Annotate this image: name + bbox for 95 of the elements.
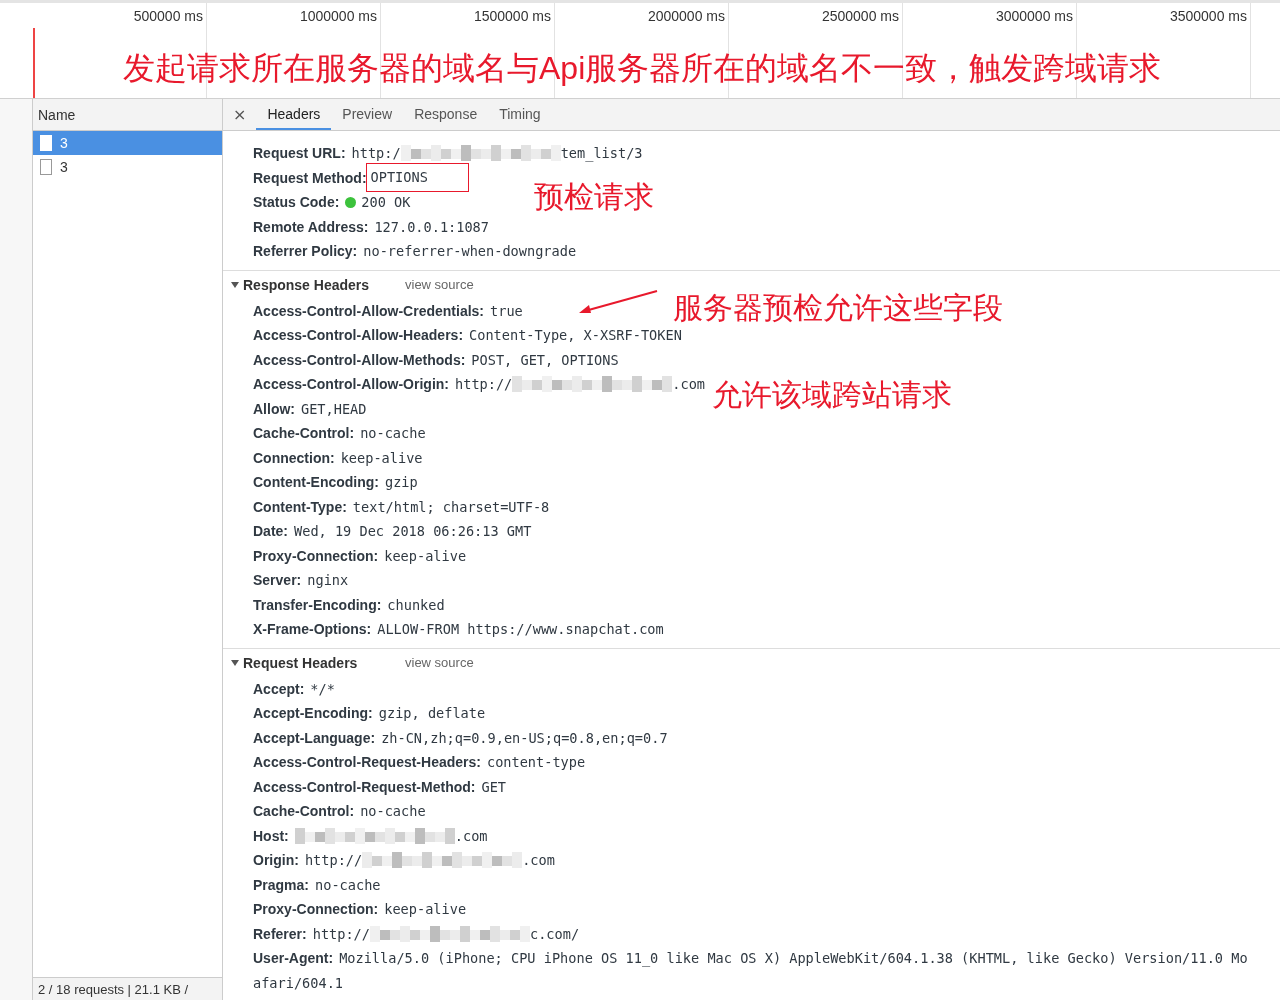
tab[interactable]: Preview bbox=[331, 99, 404, 130]
header-value: http:// bbox=[304, 852, 363, 869]
close-button[interactable]: × bbox=[231, 99, 257, 130]
timeline-tick: 2000000 ms bbox=[647, 8, 725, 24]
header-value: .com bbox=[454, 827, 488, 844]
view-source-link[interactable]: view source bbox=[405, 277, 474, 292]
header-value: 127.0.0.1:1087 bbox=[374, 218, 489, 235]
header-name: Request URL: bbox=[253, 145, 346, 162]
header-value: .com bbox=[672, 376, 706, 393]
header-name: Remote Address: bbox=[253, 218, 369, 235]
status-summary: 2 / 18 requests | 21.1 KB / bbox=[38, 981, 189, 997]
header-value: OPTIONS bbox=[366, 164, 468, 192]
timeline-tick: 1500000 ms bbox=[473, 8, 551, 24]
header-value: GET bbox=[481, 778, 507, 795]
header-name: Proxy-Connection: bbox=[253, 547, 379, 564]
file-icon bbox=[40, 135, 52, 151]
file-icon bbox=[40, 159, 52, 175]
header-value: chunked bbox=[387, 596, 445, 613]
header-value: http:// bbox=[312, 925, 370, 942]
header-value: text/html; charset=UTF-8 bbox=[352, 498, 550, 515]
header-value: Wed, 19 Dec 2018 06:26:13 GMT bbox=[294, 523, 532, 540]
header-value: keep-alive bbox=[340, 449, 423, 466]
header-value: content-type bbox=[486, 754, 586, 771]
header-value: zh-CN,zh;q=0.9,en-US;q=0.8,en;q=0.7 bbox=[381, 729, 668, 746]
header-name: Cache-Control: bbox=[253, 803, 355, 820]
header-name: Host: bbox=[253, 827, 289, 844]
header-name: Referer: bbox=[253, 925, 307, 942]
section-title[interactable]: Response Headers bbox=[243, 276, 405, 293]
section-title[interactable]: Request Headers bbox=[243, 654, 405, 671]
header-value: true bbox=[490, 302, 523, 319]
header-value: c.com/ bbox=[530, 925, 580, 942]
header-name: Access-Control-Allow-Credentials: bbox=[253, 302, 485, 319]
annotation-note: 允许该域跨站请求 bbox=[712, 380, 952, 410]
request-row[interactable]: 3 bbox=[33, 155, 222, 179]
header-value: keep-alive bbox=[384, 901, 467, 918]
timeline-tick: 3000000 ms bbox=[995, 8, 1073, 24]
header-name: Transfer-Encoding: bbox=[253, 596, 382, 613]
header-name: Referrer Policy: bbox=[253, 243, 358, 260]
header-name: Access-Control-Request-Headers: bbox=[253, 754, 481, 771]
annotation-note: 预检请求 bbox=[534, 181, 654, 212]
header-name: Cache-Control: bbox=[253, 425, 355, 442]
header-value: http:/ bbox=[351, 145, 401, 162]
header-name: Allow: bbox=[253, 400, 295, 417]
header-value: 200 OK bbox=[361, 194, 411, 211]
header-name: X-Frame-Options: bbox=[253, 621, 372, 638]
timeline-tick: 500000 ms bbox=[133, 8, 203, 24]
tab[interactable]: Timing bbox=[488, 99, 552, 130]
view-source-link[interactable]: view source bbox=[405, 655, 474, 670]
header-name: Access-Control-Allow-Methods: bbox=[253, 351, 466, 368]
expand-triangle-icon[interactable] bbox=[231, 280, 239, 289]
header-value: no-cache bbox=[315, 876, 381, 893]
header-value: gzip bbox=[385, 474, 418, 491]
header-value: tem_list/3 bbox=[560, 145, 643, 162]
header-name: Origin: bbox=[253, 852, 299, 869]
header-name: Content-Type: bbox=[253, 498, 347, 515]
timeline-marker bbox=[33, 28, 35, 98]
header-name: Accept-Encoding: bbox=[253, 705, 373, 722]
header-name: Status Code: bbox=[253, 194, 340, 211]
header-value: ALLOW-FROM https://www.snapchat.com bbox=[377, 621, 664, 638]
header-name: User-Agent: bbox=[253, 950, 334, 967]
annotation-note: 服务器预检允许这些字段 bbox=[673, 292, 1003, 323]
header-value: GET,HEAD bbox=[301, 400, 367, 417]
header-value: no-cache bbox=[360, 803, 426, 820]
header-name: Access-Control-Request-Method: bbox=[253, 778, 476, 795]
header-value: afari/604.1 bbox=[253, 974, 344, 991]
header-value: nginx bbox=[307, 572, 349, 589]
header-name: Pragma: bbox=[253, 876, 310, 893]
header-value: */* bbox=[310, 680, 335, 697]
header-name: Access-Control-Allow-Origin: bbox=[253, 376, 449, 393]
header-value: .com bbox=[522, 852, 555, 869]
header-name: Connection: bbox=[253, 449, 335, 466]
header-value: no-cache bbox=[360, 425, 426, 442]
tab[interactable]: Response bbox=[403, 99, 489, 130]
header-name: Content-Encoding: bbox=[253, 474, 379, 491]
column-header[interactable]: Name bbox=[38, 106, 76, 123]
header-value: Mozilla/5.0 (iPhone; CPU iPhone OS 11_0 like Mac OS X) AppleWebKit/604.1.38 (KHTML, like Gecko) Version/11.0 Mo bbox=[339, 950, 1248, 967]
header-value: Content-Type, X-XSRF-TOKEN bbox=[469, 327, 682, 344]
header-name: Proxy-Connection: bbox=[253, 901, 379, 918]
header-name: Access-Control-Allow-Headers: bbox=[253, 327, 464, 344]
header-value: keep-alive bbox=[384, 547, 467, 564]
header-name: Date: bbox=[253, 523, 288, 540]
header-name: Server: bbox=[253, 572, 302, 589]
header-value: POST, GET, OPTIONS bbox=[471, 351, 619, 368]
tab[interactable]: Headers bbox=[256, 99, 332, 130]
header-value: no-referrer-when-downgrade bbox=[363, 243, 577, 260]
header-name: Accept-Language: bbox=[253, 729, 376, 746]
header-name: Accept: bbox=[253, 680, 305, 697]
expand-triangle-icon[interactable] bbox=[231, 658, 239, 667]
header-value: http:// bbox=[455, 376, 513, 393]
annotation-note: 发起请求所在服务器的域名与Api服务器所在的域名不一致，触发跨域请求 bbox=[123, 49, 1162, 88]
timeline-tick: 2500000 ms bbox=[821, 8, 899, 24]
timeline-tick: 1000000 ms bbox=[299, 8, 377, 24]
header-name: Request Method: bbox=[253, 169, 367, 186]
timeline-tick: 3500000 ms bbox=[1169, 8, 1247, 24]
header-value: gzip, deflate bbox=[378, 705, 486, 722]
